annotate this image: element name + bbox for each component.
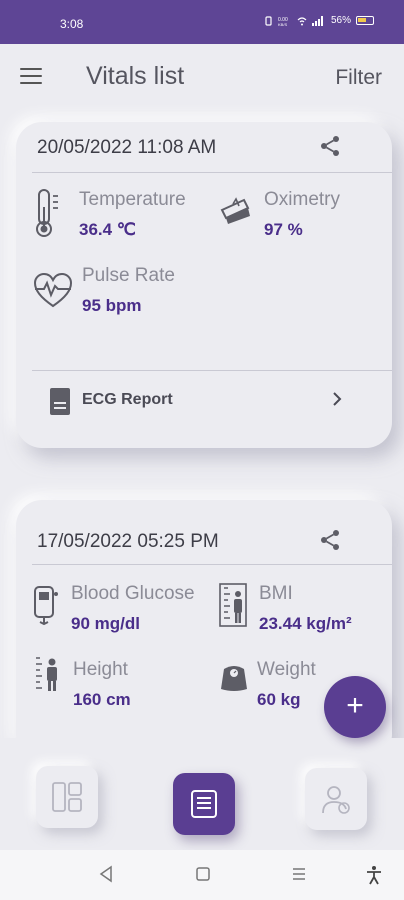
nav-profile[interactable] [305, 768, 367, 830]
status-indicators: 0.00 KB/S 56% [264, 15, 374, 26]
vital-value: 90 mg/dl [71, 614, 140, 633]
battery-icon [356, 16, 374, 25]
signal-icon [311, 15, 323, 26]
bottom-nav [0, 738, 404, 850]
vital-value: 97 % [264, 220, 303, 239]
vital-label: Blood Glucose [71, 583, 195, 604]
status-bar: 3:08 0.00 KB/S 56% [0, 0, 404, 44]
vital-value: 95 bpm [82, 296, 142, 315]
record-date: 17/05/2022 05:25 PM [37, 531, 219, 552]
list-icon [191, 790, 217, 818]
vital-height: Height 160 cm [73, 659, 131, 710]
divider [32, 172, 392, 173]
heart-pulse-icon [33, 272, 73, 308]
recents-icon[interactable] [291, 865, 307, 883]
divider [32, 564, 392, 565]
wifi-icon [297, 16, 307, 25]
vital-value: 23.44 kg/m² [259, 614, 352, 633]
vital-value: 160 cm [73, 690, 131, 709]
vital-bmi: BMI 23.44 kg/m² [259, 583, 352, 634]
ecg-report-link[interactable]: ECG Report [32, 372, 392, 430]
bmi-icon [219, 583, 247, 627]
status-time: 3:08 [60, 17, 84, 31]
profile-icon [322, 786, 350, 814]
vital-temperature: Temperature 36.4 ℃ [79, 189, 186, 240]
vital-blood-glucose: Blood Glucose 90 mg/dl [71, 583, 195, 634]
vital-pulse-rate: Pulse Rate 95 bpm [82, 265, 175, 316]
vital-label: BMI [259, 583, 293, 604]
share-icon[interactable] [318, 134, 342, 158]
thermometer-icon [36, 189, 58, 237]
vital-oximetry: Oximetry 97 % [264, 189, 340, 240]
accessibility-icon[interactable] [366, 865, 382, 885]
dashboard-icon [52, 782, 82, 812]
battery-percent: 56% [330, 15, 351, 26]
hamburger-icon[interactable] [20, 68, 42, 84]
nav-dashboard[interactable] [36, 766, 98, 828]
vital-value: 36.4 ℃ [79, 220, 136, 239]
vital-weight: Weight 60 kg [257, 659, 316, 710]
vital-label: Weight [257, 659, 316, 680]
add-record-button[interactable]: + [324, 676, 386, 738]
height-icon [36, 657, 57, 691]
chevron-right-icon [333, 392, 342, 406]
share-icon[interactable] [318, 528, 342, 552]
system-nav-bar [0, 850, 404, 900]
nav-list[interactable] [173, 773, 235, 835]
vital-label: Pulse Rate [82, 265, 175, 286]
data-speed-icon: 0.00KB/S [278, 17, 288, 26]
vitals-card[interactable]: 20/05/2022 11:08 AM Temperature 36.4 ℃ O… [16, 122, 392, 448]
ecg-report-label: ECG Report [82, 391, 173, 408]
glucometer-icon [34, 586, 58, 626]
vital-label: Height [73, 659, 128, 680]
record-date: 20/05/2022 11:08 AM [37, 137, 217, 158]
document-icon [50, 388, 70, 415]
back-icon[interactable] [98, 865, 114, 883]
oximeter-icon [220, 197, 250, 224]
vibrate-icon [265, 15, 272, 26]
svg-text:KB/S: KB/S [278, 22, 287, 26]
vital-label: Oximetry [264, 189, 340, 210]
app-bar: Vitals list Filter [0, 44, 404, 110]
filter-button[interactable]: Filter [335, 66, 382, 90]
weight-scale-icon [221, 666, 247, 691]
vital-label: Temperature [79, 189, 186, 210]
home-icon[interactable] [195, 865, 211, 883]
divider [32, 370, 392, 371]
page-title: Vitals list [86, 62, 185, 90]
vital-value: 60 kg [257, 690, 301, 709]
